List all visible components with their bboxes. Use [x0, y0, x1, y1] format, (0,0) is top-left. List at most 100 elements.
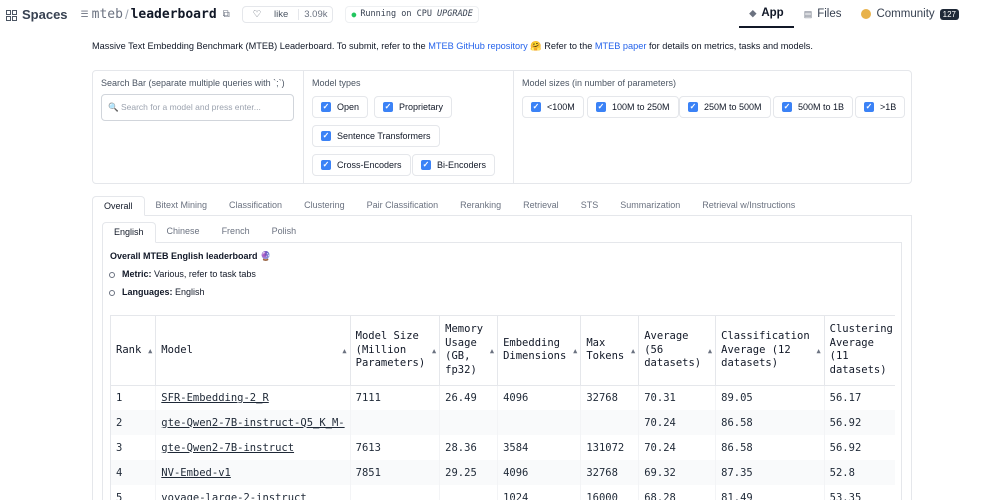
tab-clustering[interactable]: Clustering [293, 196, 356, 216]
checkbox-size-under-100m[interactable]: ✓ <100M [522, 96, 584, 118]
github-repo-link[interactable]: MTEB GitHub repository [428, 41, 528, 51]
column-header[interactable]: Model ▲ [155, 316, 351, 386]
checkbox-proprietary[interactable]: ✓ Proprietary [374, 96, 453, 118]
community-count-badge: 127 [939, 8, 959, 20]
search-label: Search Bar (separate multiple queries wi… [101, 78, 285, 88]
table-row: 1 SFR-Embedding-2_R 7111 26.49 4096 32768 70.3… [111, 385, 895, 410]
copy-icon[interactable]: ⧉ [223, 9, 230, 20]
tab-retrieval[interactable]: Retrieval [512, 196, 570, 216]
desc-text-1: Massive Text Embedding Benchmark (MTEB) … [92, 41, 429, 51]
tab-files-label: Files [817, 8, 842, 20]
spaces-link[interactable]: Spaces [22, 7, 68, 22]
checkbox-label: Open [337, 102, 360, 112]
tab-chinese[interactable]: Chinese [156, 222, 211, 243]
table-row: 4 NV-Embed-v1 7851 29.25 4096 32768 69.32 87.35… [111, 460, 895, 485]
table-cell [350, 485, 441, 500]
leaderboard-table-container[interactable]: Rank ▲ Model ▲ Model Size (Million Parameter… [110, 315, 895, 500]
sort-icon[interactable]: ▲ [490, 345, 494, 359]
tab-pair-classification[interactable]: Pair Classification [356, 196, 450, 216]
metric-key: Metric: [122, 269, 152, 279]
tab-french[interactable]: French [211, 222, 261, 243]
tab-retrieval-instructions[interactable]: Retrieval w/Instructions [691, 196, 806, 216]
model-link[interactable]: gte-Qwen2-7B-instruct [155, 435, 351, 460]
checkbox-size-500m-1b[interactable]: ✓ 500M to 1B [773, 96, 854, 118]
check-icon: ✓ [531, 102, 541, 112]
table-row: 5 voyage-large-2-instruct 1024 16000 68.28 81… [111, 485, 895, 500]
tab-classification[interactable]: Classification [218, 196, 293, 216]
column-header[interactable]: Clustering Average (11 datasets)▲ [824, 316, 895, 386]
tab-bitext-mining[interactable]: Bitext Mining [145, 196, 219, 216]
overview-details: Metric: Various, refer to task tabs Lang… [108, 269, 256, 305]
tab-polish[interactable]: Polish [261, 222, 308, 243]
leaderboard-description: Massive Text Embedding Benchmark (MTEB) … [92, 41, 813, 52]
hardware-label: CPU [416, 9, 432, 19]
tab-sts[interactable]: STS [570, 196, 610, 216]
sort-icon[interactable]: ▲ [708, 345, 712, 359]
table-cell: 86.58 [715, 435, 825, 460]
table-cell [580, 410, 640, 435]
checkbox-size-100m-250m[interactable]: ✓ 100M to 250M [587, 96, 679, 118]
repo-name-link[interactable]: leaderboard [131, 7, 217, 22]
column-header[interactable]: Rank ▲ [111, 316, 157, 386]
upgrade-link[interactable]: UPGRADE [437, 9, 473, 19]
column-header[interactable]: Max Tokens ▲ [580, 316, 640, 386]
check-icon: ✓ [596, 102, 606, 112]
tab-community[interactable]: Community 127 [851, 0, 969, 28]
table-cell: 1024 [497, 485, 582, 500]
metric-item: Metric: Various, refer to task tabs [108, 269, 256, 287]
sort-icon[interactable]: ▲ [816, 345, 820, 359]
checkbox-bi-encoders[interactable]: ✓ Bi-Encoders [412, 154, 496, 176]
check-icon: ✓ [383, 102, 393, 112]
table-cell: 16000 [580, 485, 640, 500]
tab-files[interactable]: ▤ Files [794, 0, 852, 28]
checkbox-label: Sentence Transformers [337, 131, 431, 141]
checkbox-cross-encoders[interactable]: ✓ Cross-Encoders [312, 154, 411, 176]
tab-summarization[interactable]: Summarization [609, 196, 691, 216]
checkbox-label: 250M to 500M [704, 102, 762, 112]
model-link[interactable]: NV-Embed-v1 [155, 460, 351, 485]
like-count: 3.09k [298, 8, 332, 20]
languages-key: Languages: [122, 287, 173, 297]
model-link[interactable]: gte-Qwen2-7B-instruct-Q5_K_M- [155, 410, 351, 435]
checkbox-sentence-transformers[interactable]: ✓ Sentence Transformers [312, 125, 440, 147]
checkbox-open[interactable]: ✓ Open [312, 96, 369, 118]
column-header[interactable]: Model Size (Million Parameters) ▲ [350, 316, 441, 386]
model-link[interactable]: SFR-Embedding-2_R [155, 385, 351, 410]
check-icon: ✓ [321, 102, 331, 112]
tab-overall[interactable]: Overall [92, 196, 145, 216]
owner-link[interactable]: mteb [92, 7, 123, 22]
checkbox-size-over-1b[interactable]: ✓ >1B [855, 96, 906, 118]
like-button[interactable]: ♡ like 3.09k [241, 5, 334, 23]
table-cell: 81.49 [715, 485, 825, 500]
checkbox-label: Proprietary [399, 102, 444, 112]
search-input[interactable]: 🔍 Search for a model and press enter... [101, 94, 294, 121]
checkbox-size-250m-500m[interactable]: ✓ 250M to 500M [679, 96, 771, 118]
column-header[interactable]: Embedding Dimensions ▲ [497, 316, 582, 386]
table-cell: 52.8 [824, 460, 895, 485]
table-cell: 68.28 [638, 485, 717, 500]
model-types-column: Model types ✓ Open ✓ Proprietary ✓ Sentence… [304, 71, 514, 183]
table-cell: 28.36 [439, 435, 499, 460]
check-icon: ✓ [421, 160, 431, 170]
sort-icon[interactable]: ▲ [342, 345, 346, 359]
paper-link[interactable]: MTEB paper [595, 41, 647, 51]
tab-app[interactable]: ◆ App [739, 0, 794, 28]
sort-icon[interactable]: ▲ [631, 345, 635, 359]
runtime-status[interactable]: ● Running on CPU UPGRADE [345, 5, 479, 23]
tab-english[interactable]: English [102, 222, 156, 243]
sort-icon[interactable]: ▲ [573, 345, 577, 359]
column-header[interactable]: Average (56 datasets) ▲ [638, 316, 717, 386]
checkbox-label: 500M to 1B [798, 102, 845, 112]
tab-reranking[interactable]: Reranking [449, 196, 512, 216]
spaces-logo-icon[interactable] [6, 10, 17, 21]
table-cell: 70.24 [638, 410, 717, 435]
column-header[interactable]: Memory Usage (GB, fp32) ▲ [439, 316, 499, 386]
table-cell: 4096 [497, 460, 582, 485]
sort-icon[interactable]: ▲ [432, 345, 436, 359]
sort-icon[interactable]: ▲ [148, 345, 152, 359]
column-header[interactable]: Classification Average (12 datasets) ▲ [715, 316, 825, 386]
model-link[interactable]: voyage-large-2-instruct [155, 485, 351, 500]
running-label: Running on [360, 9, 412, 19]
column-header-label: Model Size (Million Parameters) [355, 330, 426, 369]
table-cell: 7111 [350, 385, 441, 410]
